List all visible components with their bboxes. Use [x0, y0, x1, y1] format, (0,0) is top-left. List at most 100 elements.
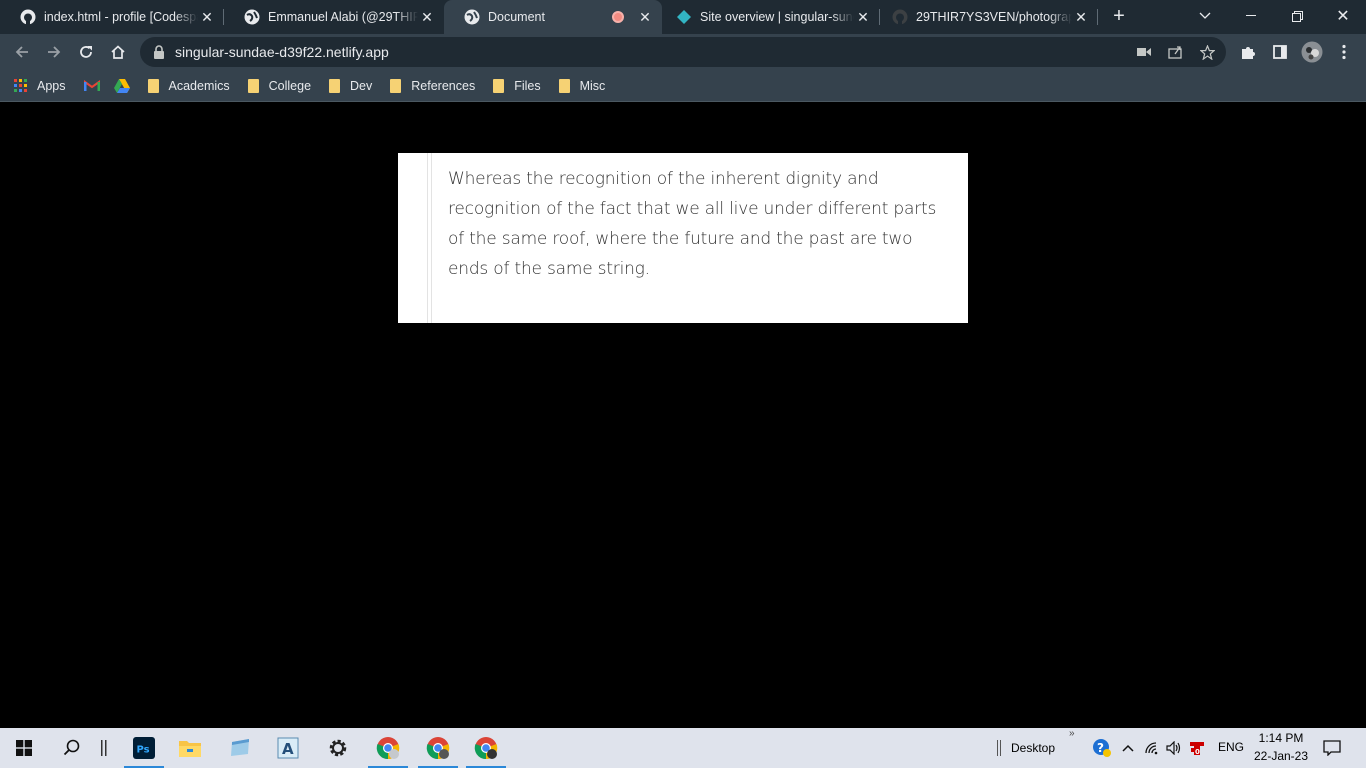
toolbar-grip-icon [997, 740, 1001, 756]
tab-document[interactable]: Document ✕ [444, 0, 662, 34]
side-panel-button[interactable] [1268, 40, 1292, 64]
tab-close-icon[interactable]: ✕ [418, 8, 436, 26]
taskbar-photoshop[interactable]: Ps [122, 728, 166, 768]
globe-icon [244, 9, 260, 25]
tab-emmanuel-alabi[interactable]: Emmanuel Alabi (@29THIR7YS3VEN) ✕ [224, 0, 444, 34]
card-paragraph: Whereas the recognition of the inherent … [448, 169, 937, 279]
taskbar-chrome-2[interactable] [416, 728, 460, 768]
clock-time[interactable]: 1:14 PM [1256, 731, 1306, 745]
close-window-button[interactable]: ✕ [1320, 0, 1366, 32]
clock-date[interactable]: 22-Jan-23 [1252, 749, 1310, 763]
folder-icon [493, 78, 505, 93]
restore-button[interactable] [1274, 0, 1320, 32]
photoshop-icon: Ps [133, 737, 155, 759]
bookmark-folder-files[interactable]: Files [493, 74, 541, 98]
new-tab-button[interactable]: + [1108, 6, 1130, 27]
bookmark-label: Dev [350, 78, 373, 93]
bookmark-gmail[interactable] [83, 74, 100, 98]
bookmark-folder-academics[interactable]: Academics [147, 74, 230, 98]
show-hidden-icons-button[interactable] [1118, 728, 1138, 768]
chrome-icon [426, 737, 450, 760]
svg-text:?: ? [1097, 741, 1104, 755]
wifi-icon [1145, 742, 1158, 755]
back-button[interactable] [10, 40, 34, 64]
taskbar-chrome-3[interactable] [464, 728, 508, 768]
tab-title: Emmanuel Alabi (@29THIR7YS3VEN) [268, 10, 418, 24]
avatar-icon [1301, 41, 1323, 63]
taskbar-app-store[interactable]: A [266, 728, 310, 768]
bookmark-folder-college[interactable]: College [247, 74, 311, 98]
bookmark-folder-misc[interactable]: Misc [558, 74, 606, 98]
bookmark-label: Misc [579, 78, 606, 93]
close-icon: ✕ [1336, 8, 1350, 25]
share-icon[interactable] [1167, 44, 1183, 60]
recording-icon [612, 11, 624, 23]
tab-search-button[interactable] [1182, 0, 1228, 32]
desktop-toolbar[interactable]: Desktop [996, 740, 1055, 756]
search-icon [63, 739, 80, 756]
bookmark-label: References [411, 78, 476, 93]
browser-toolbar: singular-sundae-d39f22.netlify.app [0, 34, 1366, 70]
gear-icon [329, 739, 347, 757]
windows-logo-icon [16, 740, 32, 756]
restore-icon [1291, 10, 1303, 22]
arrow-right-icon [48, 46, 61, 58]
menu-button[interactable] [1332, 40, 1356, 64]
reload-button[interactable] [74, 40, 98, 64]
task-view-button[interactable] [82, 728, 126, 768]
notification-app-tray-icon[interactable]: 0 [1187, 728, 1207, 768]
minimize-button[interactable] [1228, 0, 1274, 32]
bookmark-apps[interactable]: Apps [14, 74, 66, 98]
tab-close-icon[interactable]: ✕ [1072, 8, 1090, 26]
camera-icon[interactable] [1136, 44, 1152, 60]
bookmark-star-icon[interactable] [1199, 44, 1215, 60]
task-view-icon [101, 740, 107, 756]
taskbar-chrome-1[interactable] [366, 728, 410, 768]
folder-icon [147, 78, 159, 93]
home-icon [111, 45, 125, 59]
folder-icon [558, 78, 570, 93]
margin-line [431, 153, 432, 323]
letter-a-icon: A [277, 737, 299, 759]
bookmark-folder-dev[interactable]: Dev [329, 74, 372, 98]
github-icon [20, 9, 36, 25]
svg-text:0: 0 [1195, 748, 1200, 756]
taskbar-settings[interactable] [316, 728, 360, 768]
start-button[interactable] [2, 728, 46, 768]
help-tray-icon[interactable]: ? [1090, 728, 1114, 768]
forward-button[interactable] [42, 40, 66, 64]
tab-codespaces[interactable]: index.html - profile [Codespaces] ✕ [0, 0, 224, 34]
taskbar-app[interactable] [218, 728, 262, 768]
tab-strip: index.html - profile [Codespaces] ✕ Emma… [0, 0, 1366, 34]
text-card: Whereas the recognition of the inherent … [398, 153, 968, 323]
tab-close-icon[interactable]: ✕ [636, 8, 654, 26]
minimize-icon [1246, 15, 1256, 16]
toolbar-overflow-button[interactable]: » [1069, 728, 1075, 739]
tab-title: index.html - profile [Codespaces] [44, 10, 198, 24]
github-icon [892, 9, 908, 25]
tab-site-overview[interactable]: Site overview | singular-sundae ✕ [662, 0, 880, 34]
folder-icon [329, 78, 341, 93]
input-language-button[interactable]: ENG [1218, 740, 1244, 754]
bookmark-folder-references[interactable]: References [390, 74, 475, 98]
tab-photography[interactable]: 29THIR7YS3VEN/photography ✕ [880, 0, 1098, 34]
tab-close-icon[interactable]: ✕ [198, 8, 216, 26]
netlify-icon [676, 9, 692, 25]
help-icon: ? [1093, 739, 1111, 757]
action-center-button[interactable] [1312, 728, 1352, 768]
bookmark-label: Apps [37, 78, 66, 93]
google-drive-icon [113, 78, 130, 93]
network-button[interactable] [1142, 728, 1162, 768]
tray-app-icon: 0 [1190, 742, 1204, 756]
extensions-button[interactable] [1236, 40, 1260, 64]
taskbar-file-explorer[interactable] [168, 728, 212, 768]
arrow-left-icon [15, 46, 28, 58]
address-bar[interactable]: singular-sundae-d39f22.netlify.app [140, 37, 1226, 67]
lock-icon [153, 45, 165, 59]
gmail-icon [83, 79, 100, 91]
bookmark-drive[interactable] [113, 74, 130, 98]
home-button[interactable] [106, 40, 130, 64]
profile-avatar[interactable] [1300, 40, 1324, 64]
tab-close-icon[interactable]: ✕ [854, 8, 872, 26]
volume-button[interactable] [1164, 728, 1184, 768]
